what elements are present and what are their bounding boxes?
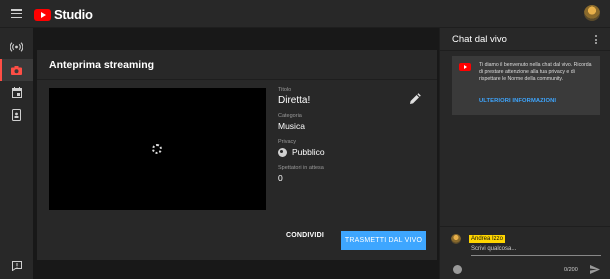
video-player[interactable] (49, 88, 266, 210)
author-name: Andrea Izzo (469, 235, 506, 243)
youtube-logo-icon (34, 8, 51, 21)
privacy-label: Privacy (278, 139, 297, 145)
studio-logo[interactable]: Studio (34, 7, 93, 22)
waiting-viewers-value: 0 (278, 173, 283, 183)
sidebar-item-mobile[interactable] (0, 104, 33, 126)
stream-details: Titolo Diretta! Categoria Musica Privacy… (278, 87, 428, 183)
input-underline (471, 255, 601, 256)
youtube-icon (459, 63, 471, 71)
char-counter: 0/200 (564, 267, 578, 273)
phone-icon (12, 109, 21, 121)
logo-text: Studio (54, 7, 93, 22)
stream-preview-card: Anteprima streaming Titolo Diretta! Cate… (37, 50, 437, 260)
title-value: Diretta! (278, 95, 311, 106)
card-title: Anteprima streaming (37, 50, 437, 80)
camera-icon (11, 65, 22, 75)
emoji-icon[interactable] (453, 265, 462, 274)
more-options-icon[interactable] (595, 35, 598, 46)
author-avatar (451, 234, 461, 244)
calendar-icon (11, 86, 22, 98)
chat-title: Chat dal vivo (452, 33, 507, 45)
waiting-viewers-label: Spettatori in attesa (278, 165, 324, 171)
sidebar-item-calendar[interactable] (0, 81, 33, 103)
send-icon[interactable] (590, 265, 600, 274)
category-value: Musica (278, 121, 305, 131)
share-button[interactable]: CONDIVIDI (286, 232, 324, 239)
welcome-message: Ti diamo il benvenuto nella chat dal viv… (452, 56, 600, 115)
welcome-text: Ti diamo il benvenuto nella chat dal viv… (479, 62, 592, 82)
sidebar (0, 28, 33, 279)
sidebar-item-live[interactable] (0, 36, 33, 58)
learn-more-link[interactable]: ULTERIORI INFORMAZIONI (479, 98, 556, 104)
privacy-value: Pubblico (292, 147, 325, 157)
account-avatar[interactable] (584, 5, 600, 21)
menu-icon[interactable] (11, 9, 22, 19)
category-label: Categoria (278, 113, 302, 119)
sidebar-item-camera[interactable] (0, 59, 33, 81)
privacy-row: Pubblico (278, 147, 428, 157)
chat-input[interactable]: Scrivi qualcosa... (471, 246, 516, 252)
go-live-button[interactable]: TRASMETTI DAL VIVO (341, 231, 426, 250)
sidebar-item-feedback[interactable] (0, 255, 33, 277)
top-bar: Studio (0, 0, 610, 28)
live-icon (10, 42, 23, 52)
live-chat-panel: Chat dal vivo Ti diamo il benvenuto nell… (439, 28, 610, 279)
chat-header: Chat dal vivo (440, 28, 610, 51)
loading-spinner-icon (152, 144, 162, 154)
feedback-icon (11, 261, 22, 271)
title-label: Titolo (278, 87, 292, 93)
chat-composer: Andrea Izzo Scrivi qualcosa... 0/200 (440, 226, 610, 279)
globe-icon (278, 147, 287, 157)
